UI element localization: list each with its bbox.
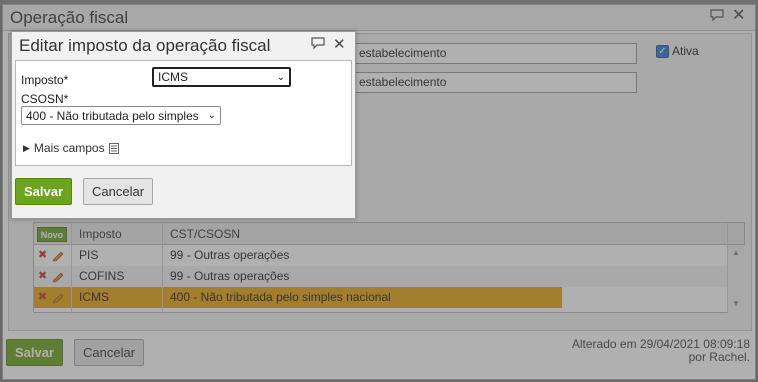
dialog-form: Imposto* ICMS ⌄ CSOSN* 400 - Não tributa… — [15, 60, 352, 166]
csosn-select[interactable]: 400 - Não tributada pelo simples ⌄ — [21, 106, 221, 125]
imposto-select[interactable]: ICMS ⌄ — [152, 67, 291, 87]
chat-icon[interactable] — [310, 36, 326, 50]
csosn-label: CSOSN* — [21, 92, 69, 106]
edit-tax-dialog: Editar imposto da operação fiscal ✕ Impo… — [11, 31, 356, 219]
csosn-selected-value: 400 - Não tributada pelo simples — [26, 108, 199, 123]
chevron-down-icon: ⌄ — [276, 71, 285, 83]
dialog-title: Editar imposto da operação fiscal — [19, 36, 271, 55]
dialog-cancel-button[interactable]: Cancelar — [83, 178, 154, 205]
dialog-save-button[interactable]: Salvar — [15, 178, 73, 205]
triangle-right-icon: ▶ — [23, 142, 30, 153]
more-fields-toggle[interactable]: ▶ Mais campos — [23, 141, 119, 155]
imposto-selected-value: ICMS — [158, 70, 188, 84]
more-fields-label: Mais campos — [33, 141, 105, 155]
chevron-down-icon: ⌄ — [207, 110, 216, 121]
imposto-label: Imposto* — [21, 73, 69, 87]
close-icon[interactable]: ✕ — [333, 35, 346, 53]
document-icon — [108, 142, 119, 154]
